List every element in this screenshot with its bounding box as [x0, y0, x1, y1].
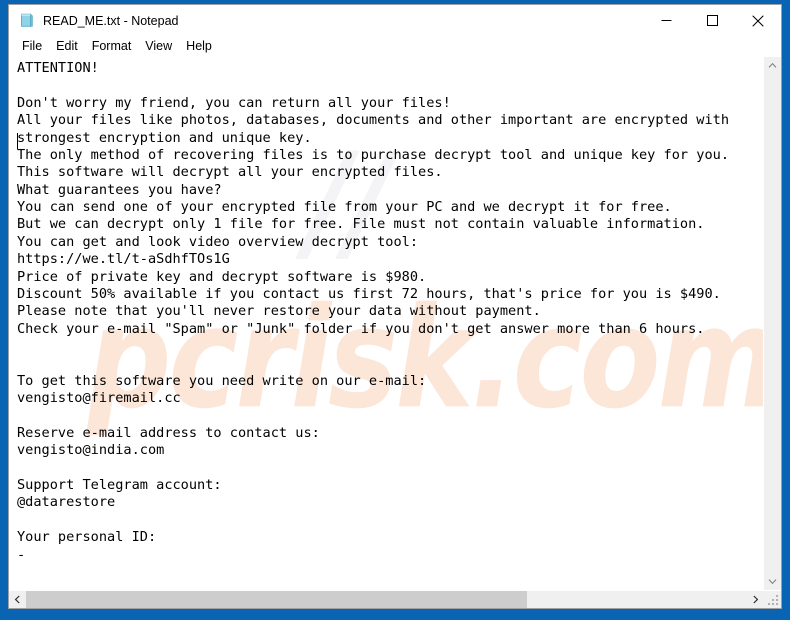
- vertical-scroll-track[interactable]: [764, 74, 781, 573]
- editor-row: // pcrisk.com ATTENTION! Don't worry my …: [9, 57, 781, 590]
- minimize-icon: [661, 20, 671, 21]
- menu-item-format[interactable]: Format: [85, 38, 139, 55]
- close-icon: [752, 14, 764, 27]
- title-bar-left: READ_ME.txt - Notepad: [9, 12, 643, 29]
- text-caret: [17, 133, 18, 149]
- desktop-backdrop: READ_ME.txt - Notepad File Edit Format V…: [0, 0, 790, 620]
- menu-item-edit[interactable]: Edit: [49, 38, 85, 55]
- window-title: READ_ME.txt - Notepad: [43, 13, 179, 28]
- maximize-button[interactable]: [689, 5, 735, 36]
- minimize-button[interactable]: [643, 5, 689, 36]
- menu-item-view[interactable]: View: [138, 38, 179, 55]
- text-area-wrapper[interactable]: // pcrisk.com ATTENTION! Don't worry my …: [9, 57, 763, 590]
- notepad-document-icon: [18, 12, 35, 29]
- scroll-left-button[interactable]: [9, 591, 26, 608]
- scroll-right-button[interactable]: [747, 591, 764, 608]
- scroll-up-button[interactable]: [764, 57, 781, 74]
- chevron-up-icon: [768, 62, 777, 68]
- menu-bar: File Edit Format View Help: [9, 36, 781, 57]
- chevron-right-icon: [753, 595, 759, 604]
- close-button[interactable]: [735, 5, 781, 36]
- chevron-down-icon: [768, 579, 777, 585]
- chevron-left-icon: [14, 595, 20, 604]
- ransom-note-text[interactable]: ATTENTION! Don't worry my friend, you ca…: [9, 57, 763, 564]
- notepad-window: READ_ME.txt - Notepad File Edit Format V…: [8, 4, 782, 609]
- editor-region: // pcrisk.com ATTENTION! Don't worry my …: [9, 57, 781, 608]
- maximize-icon: [706, 15, 718, 26]
- scroll-down-button[interactable]: [764, 573, 781, 590]
- title-bar[interactable]: READ_ME.txt - Notepad: [9, 5, 781, 36]
- menu-item-help[interactable]: Help: [179, 38, 219, 55]
- horizontal-scroll-track[interactable]: [26, 591, 747, 608]
- resize-grip-icon[interactable]: [764, 591, 781, 608]
- horizontal-scroll-thumb[interactable]: [26, 591, 528, 608]
- window-controls: [643, 5, 781, 36]
- menu-item-file[interactable]: File: [18, 38, 49, 55]
- horizontal-scrollbar[interactable]: [9, 590, 781, 608]
- vertical-scrollbar[interactable]: [763, 57, 781, 590]
